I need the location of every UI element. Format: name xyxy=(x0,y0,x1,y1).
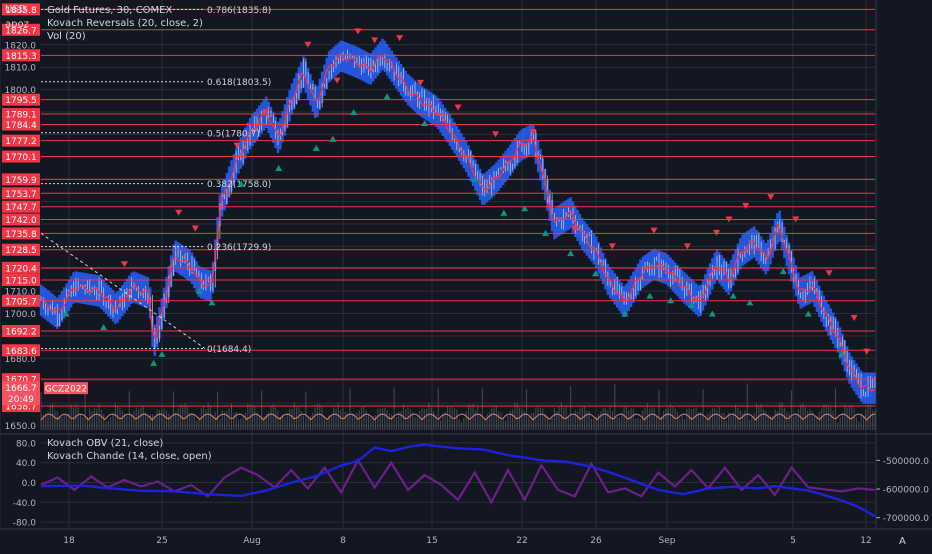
countdown-text: 20:49 xyxy=(8,395,34,405)
currency-label: USD xyxy=(5,4,27,15)
price-level-tag-text: 1705.7 xyxy=(5,297,37,307)
sell-arrow xyxy=(850,315,858,322)
x-tick-label: 22 xyxy=(516,536,527,546)
chart-root: 0.786(1835.8)0.618(1803.5)0.5(1780.7)0.3… xyxy=(0,0,932,550)
chande-line xyxy=(40,457,876,505)
indicator-kovach-reversals[interactable]: Kovach Reversals (20, close, 2) xyxy=(47,17,203,30)
x-tick-label: 8 xyxy=(340,536,346,546)
price-level-tag-text: 1728.5 xyxy=(5,246,37,256)
sell-arrow xyxy=(354,28,362,35)
chart-canvas[interactable]: 0.786(1835.8)0.618(1803.5)0.5(1780.7)0.3… xyxy=(0,0,932,550)
symbol-tag-text: GCZ2022 xyxy=(45,385,87,395)
fib-level-label: 0.618(1803.5) xyxy=(207,78,271,88)
x-tick-label: 18 xyxy=(63,536,75,546)
x-tick-label: 15 xyxy=(426,536,437,546)
fib-level-label: 0(1684.4) xyxy=(207,345,251,355)
buy-arrow xyxy=(312,144,320,151)
x-tick-label: Aug xyxy=(243,536,261,546)
price-level-tag-text: 1747.7 xyxy=(5,203,37,213)
price-tick-label: 1810.0 xyxy=(5,64,37,74)
sell-arrow xyxy=(175,209,183,216)
price-level-tag-text: 1777.2 xyxy=(5,137,37,147)
auto-scale-button[interactable]: A xyxy=(899,535,906,548)
sell-arrow xyxy=(191,225,199,232)
sub-left-tick: -40.0 xyxy=(13,499,37,509)
buy-arrow xyxy=(567,250,575,257)
current-price-text: 1666.7 xyxy=(5,384,37,394)
price-level-tag-text: 1795.5 xyxy=(5,96,37,106)
price-level-tag-text: 1683.6 xyxy=(5,347,37,357)
chart-title[interactable]: Gold Futures, 30, COMEX xyxy=(47,4,172,17)
sell-arrow xyxy=(396,35,404,42)
buy-arrow xyxy=(329,135,337,142)
sub-right-tick: -700000.0 xyxy=(883,514,929,524)
price-level-tag-text: 1735.8 xyxy=(5,230,37,240)
price-level-tag-text: 1742.0 xyxy=(5,216,37,226)
price-level-tag-text: 1784.4 xyxy=(5,121,37,131)
buy-arrow xyxy=(646,292,654,299)
price-level-tag-text: 1720.4 xyxy=(5,264,37,274)
buy-arrow xyxy=(729,292,737,299)
price-level-tag-text: 1692.2 xyxy=(5,328,37,338)
price-level-tag-text: 1759.9 xyxy=(5,176,37,186)
buy-arrow xyxy=(746,299,754,306)
sub-left-tick: 40.0 xyxy=(16,459,36,469)
x-tick-label: Sep xyxy=(659,536,676,546)
x-tick-label: 5 xyxy=(790,536,796,546)
price-level-tag-text: 1715.0 xyxy=(5,276,37,286)
price-level-tag-text: 1770.1 xyxy=(5,153,37,163)
buy-arrow xyxy=(275,164,283,171)
buy-arrow xyxy=(100,323,108,330)
buy-arrow xyxy=(421,120,429,127)
sub-left-tick: 0.0 xyxy=(22,479,37,489)
fib-level-label: 0.786(1835.8) xyxy=(207,6,271,16)
fib-level-label: 0.5(1780.7) xyxy=(207,129,260,139)
sub-right-tick: -500000.0 xyxy=(883,457,929,467)
price-band xyxy=(39,38,877,404)
buy-arrow xyxy=(383,93,391,100)
fib-levels: 0.786(1835.8)0.618(1803.5)0.5(1780.7)0.3… xyxy=(40,6,271,355)
indicator-kovach-obv[interactable]: Kovach OBV (21, close) xyxy=(47,437,163,450)
indicator-volume[interactable]: Vol (20) xyxy=(47,30,86,43)
moving-average-line xyxy=(40,52,876,392)
sell-arrow xyxy=(333,77,341,84)
fib-level-label: 0.236(1729.9) xyxy=(207,243,271,253)
sub-right-tick: -600000.0 xyxy=(883,486,929,496)
buy-arrow xyxy=(158,350,166,357)
indicator-kovach-chande[interactable]: Kovach Chande (14, close, open) xyxy=(47,450,212,463)
buy-arrow xyxy=(500,209,508,216)
x-tick-label: 26 xyxy=(590,536,602,546)
price-tick-label: 1700.0 xyxy=(5,310,37,320)
sell-arrow xyxy=(120,261,128,268)
price-tick-label: 1650.0 xyxy=(5,422,37,432)
sell-arrow xyxy=(863,348,871,355)
sell-arrow xyxy=(825,270,833,277)
sell-arrow xyxy=(371,37,379,44)
x-tick-label: 12 xyxy=(860,536,871,546)
price-level-tag-text: 1753.7 xyxy=(5,190,37,200)
price-level-lines xyxy=(41,8,875,407)
sub-left-tick: -80.0 xyxy=(13,519,37,529)
x-tick-label: 25 xyxy=(156,536,167,546)
sell-arrow xyxy=(650,227,658,234)
apoz-label: apoz xyxy=(5,19,29,30)
sub-left-tick: 80.0 xyxy=(16,439,36,449)
buy-arrow xyxy=(150,359,158,366)
volume-bars xyxy=(40,383,876,430)
sell-arrow xyxy=(742,203,750,210)
sell-arrow xyxy=(454,104,462,111)
buy-arrow xyxy=(667,297,675,304)
reversal-arrows xyxy=(62,28,871,366)
sell-arrow xyxy=(767,194,775,201)
price-level-tag-text: 1815.3 xyxy=(5,52,37,62)
